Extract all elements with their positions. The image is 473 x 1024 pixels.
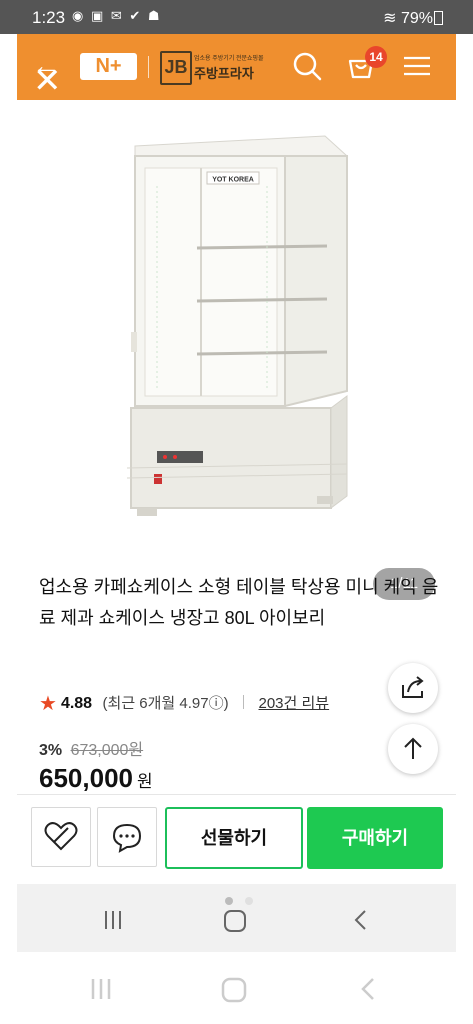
- arrow-up-icon: [404, 737, 422, 759]
- share-icon: [402, 676, 424, 698]
- nplus-logo[interactable]: N+: [80, 53, 137, 80]
- wifi-icon: ≋: [383, 10, 397, 27]
- heart-icon: [44, 822, 78, 851]
- purchase-bar: 선물하기 구매하기: [17, 797, 456, 877]
- system-recent-apps-icon[interactable]: [88, 976, 114, 1002]
- chat-button[interactable]: [97, 807, 157, 867]
- page-dot: [245, 897, 254, 905]
- home-icon[interactable]: [222, 908, 248, 934]
- notification-icons: ◉ ▣ ✉ ✔ ☗: [72, 8, 162, 23]
- buy-button[interactable]: 구매하기: [307, 807, 443, 869]
- recent-apps-icon[interactable]: [101, 908, 125, 932]
- status-right: ≋ 79%: [383, 8, 433, 28]
- product-image-gallery[interactable]: YOT KOREA 1/11: [17, 106, 456, 600]
- price-unit: 원: [136, 772, 153, 791]
- header-divider: [148, 56, 149, 78]
- system-back-icon[interactable]: [355, 976, 381, 1002]
- app-content: ← ✕ N+ JB 업소용 주방기기 전문쇼핑몰 주방프라자 14 YOT KO…: [17, 34, 456, 952]
- screen: 1:23 ◉ ▣ ✉ ✔ ☗ ≋ 79% ← ✕ N+ JB 업소용 주방기기 …: [0, 0, 473, 1024]
- rating-score: 4.88: [60, 695, 93, 712]
- system-home-icon[interactable]: [220, 976, 248, 1004]
- page-dot-active: [225, 897, 233, 905]
- showcase-fridge-image: YOT KOREA: [17, 106, 456, 566]
- recent-rating[interactable]: (최근 6개월 4.97ⓘ): [103, 695, 229, 712]
- wishlist-button[interactable]: [31, 807, 91, 867]
- search-icon[interactable]: [291, 50, 323, 82]
- discount-percent: 3%: [39, 742, 63, 759]
- chat-icon: [112, 823, 142, 853]
- battery-icon: [434, 11, 443, 25]
- star-icon: ★: [39, 693, 57, 715]
- rating-row: ★ 4.88 (최근 6개월 4.97ⓘ) 203건 리뷰: [39, 691, 329, 716]
- status-bar: 1:23 ◉ ▣ ✉ ✔ ☗ ≋ 79%: [0, 0, 473, 34]
- store-logo-mark: JB: [160, 51, 192, 85]
- scroll-top-button[interactable]: [388, 724, 438, 774]
- store-logo-subtitle: 업소용 주방기기 전문쇼핑몰: [194, 56, 264, 62]
- bottom-divider: [17, 794, 456, 795]
- gift-button[interactable]: 선물하기: [165, 807, 303, 869]
- cart-count-badge: 14: [365, 46, 387, 68]
- app-header: ← ✕ N+ JB 업소용 주방기기 전문쇼핑몰 주방프라자 14: [17, 34, 456, 100]
- back-icon[interactable]: [349, 908, 373, 932]
- battery-percent: 79%: [400, 10, 433, 27]
- status-time: 1:23: [32, 8, 66, 27]
- inner-navigation-bar: [17, 884, 456, 952]
- store-logo-name: 주방프라자: [194, 66, 254, 81]
- rating-divider: [243, 695, 245, 709]
- sale-price: 650,000 원: [39, 763, 153, 794]
- brand-label: YOT KOREA: [212, 177, 254, 184]
- discount-row: 3% 673,000원: [39, 736, 143, 760]
- close-icon[interactable]: ✕: [33, 64, 63, 98]
- share-button[interactable]: [388, 663, 438, 713]
- menu-icon[interactable]: [401, 50, 433, 82]
- system-navigation-bar: [0, 952, 473, 1024]
- review-link[interactable]: 203건 리뷰: [259, 695, 330, 712]
- original-price: 673,000원: [70, 742, 144, 759]
- price-value: 650,000: [39, 763, 133, 793]
- product-title: 업소용 카페쇼케이스 소형 테이블 탁상용 미니 케익 음료 제과 쇼케이스 냉…: [39, 577, 439, 628]
